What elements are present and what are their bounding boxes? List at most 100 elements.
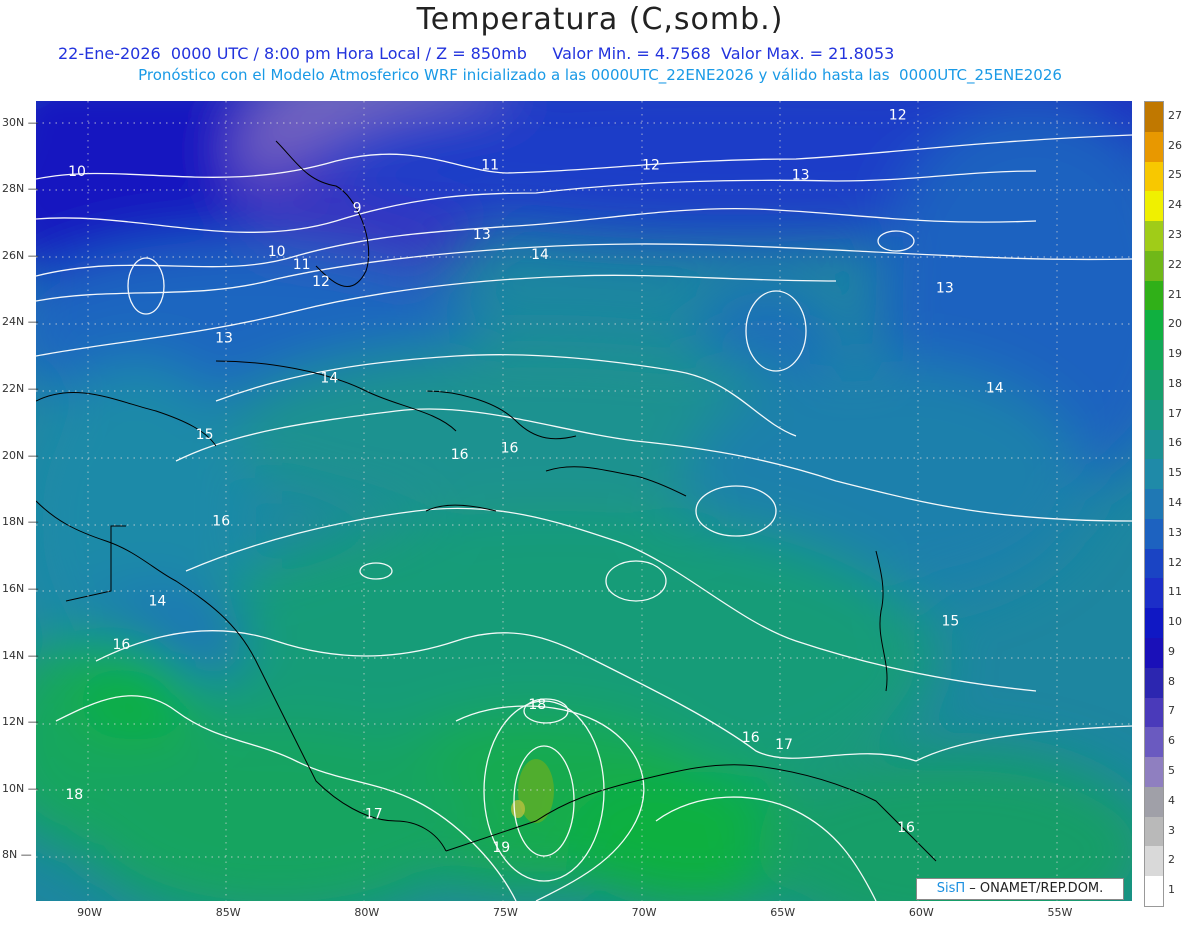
colorbar-label: 18 <box>1168 376 1182 390</box>
colorbar-segment <box>1145 340 1163 370</box>
colorbar-label: 2 <box>1168 853 1175 867</box>
colorbar-label: 27 <box>1168 108 1182 122</box>
contour-label: 15 <box>941 614 959 630</box>
colorbar-label: 17 <box>1168 406 1182 420</box>
contour-label: 16 <box>451 447 469 463</box>
contour-label: 13 <box>792 167 810 183</box>
colorbar-segment <box>1145 310 1163 341</box>
colorbar-label: 13 <box>1168 525 1182 539</box>
lat-tick-label: 18N — <box>2 515 39 529</box>
colorbar-label: 9 <box>1168 644 1175 658</box>
contour-label: 16 <box>897 820 915 836</box>
colorbar-label: 1 <box>1168 883 1175 897</box>
lat-tick-label: 30N — <box>2 115 39 129</box>
credit-box: SisΠ – ONAMET/REP.DOM. <box>916 878 1124 900</box>
contour-label: 9 <box>353 201 362 217</box>
contour-label: 18 <box>65 787 83 803</box>
colorbar-label: 14 <box>1168 496 1182 509</box>
colorbar-segment <box>1145 250 1163 281</box>
contour-label: 16 <box>112 637 130 653</box>
colorbar-label: 15 <box>1168 466 1182 480</box>
lat-tick-label: 26N — <box>2 248 39 262</box>
lon-tick-label: 60W <box>908 906 934 919</box>
contour-label: 13 <box>215 330 233 346</box>
colorbar-segment <box>1145 608 1163 638</box>
colorbar-label: 20 <box>1168 317 1182 331</box>
colorbar-segment <box>1145 518 1163 549</box>
contour-label: 13 <box>936 281 954 297</box>
lat-tick-label: 16N — <box>2 581 39 595</box>
colorbar-segment <box>1145 667 1163 698</box>
colorbar-label: 8 <box>1168 674 1175 688</box>
contour-label: 16 <box>501 440 519 456</box>
lat-tick-label: 28N — <box>2 182 39 196</box>
lon-tick-label: 90W <box>77 906 102 919</box>
subtitle-line1-text: 22-Ene-2026 0000 UTC / 8:00 pm Hora Loca… <box>58 44 895 63</box>
lat-tick-label: 24N — <box>2 315 39 329</box>
colorbar-segment <box>1145 578 1163 609</box>
lat-tick-label: 12N — <box>2 715 39 729</box>
colorbar-segment <box>1145 757 1163 787</box>
contour-label: 17 <box>365 807 383 823</box>
contour-label: 14 <box>320 370 338 386</box>
contour-label: 12 <box>312 274 330 290</box>
colorbar-label: 3 <box>1168 823 1175 837</box>
colorbar-segment <box>1145 191 1163 222</box>
colorbar-segment <box>1145 102 1163 132</box>
contour-label: 11 <box>293 257 311 273</box>
warm-core-max <box>511 800 525 818</box>
colorbar-label: 10 <box>1168 615 1182 629</box>
colorbar-segment <box>1145 399 1163 430</box>
contour-label: 16 <box>742 730 760 746</box>
lon-tick-label: 80W <box>354 906 380 919</box>
colorbar-segment <box>1145 876 1163 906</box>
colorbar-label: 4 <box>1168 793 1175 807</box>
colorbar-segment <box>1145 280 1163 311</box>
colorbar-label: 22 <box>1168 257 1182 271</box>
colorbar-segment <box>1145 697 1163 728</box>
colorbar-segment <box>1145 459 1163 490</box>
temperature-field <box>36 101 1132 901</box>
lat-tick-label: 14N — <box>2 648 39 662</box>
lon-tick-label: 75W <box>493 906 518 919</box>
colorbar-label: 24 <box>1168 198 1182 212</box>
contour-label: 10 <box>68 164 86 180</box>
colorbar-label: 5 <box>1168 764 1175 777</box>
colorbar-segment <box>1145 221 1163 251</box>
colorbar-segment <box>1145 786 1163 817</box>
colorbar-label: 7 <box>1168 704 1175 718</box>
contour-label: 12 <box>642 157 660 173</box>
lon-tick-label: 70W <box>631 906 657 919</box>
colorbar-segment <box>1145 727 1163 758</box>
colorbar <box>1144 101 1164 907</box>
colorbar-segment <box>1145 489 1163 519</box>
colorbar-label: 21 <box>1168 287 1182 301</box>
credit-text: – ONAMET/REP.DOM. <box>965 881 1104 896</box>
colorbar-label: 16 <box>1168 436 1182 450</box>
temperature-map[interactable]: 12 10 11 12 13 9 13 14 10 11 12 13 13 14 14 15 16 16 16 14 1… <box>36 101 1132 901</box>
lon-tick-label: 85W <box>215 906 241 919</box>
contour-label: 15 <box>196 427 214 443</box>
colorbar-segment <box>1145 429 1163 460</box>
contour-label: 12 <box>889 107 907 123</box>
colorbar-label: 23 <box>1168 228 1182 241</box>
colorbar-segment <box>1145 548 1163 579</box>
map-title: Temperatura (C,somb.) <box>416 2 784 37</box>
subtitle-model-info: Pronóstico con el Modelo Atmosferico WRF… <box>138 66 1062 84</box>
contour-label: 14 <box>531 247 549 263</box>
contour-label: 10 <box>268 244 286 260</box>
contour-label: 14 <box>986 380 1004 396</box>
colorbar-segment <box>1145 816 1163 847</box>
contour-label: 18 <box>528 697 546 713</box>
colorbar-label: 25 <box>1168 168 1182 182</box>
contour-label: 14 <box>149 594 167 610</box>
contour-label: 13 <box>473 227 491 243</box>
colorbar-segment <box>1145 161 1163 192</box>
colorbar-segment <box>1145 638 1163 668</box>
colorbar-label: 6 <box>1168 734 1175 748</box>
colorbar-segment <box>1145 370 1163 400</box>
lon-tick-label: 55W <box>1047 906 1073 919</box>
colorbar-segment <box>1145 131 1163 162</box>
colorbar-label: 19 <box>1168 347 1182 361</box>
colorbar-segment <box>1145 846 1163 877</box>
